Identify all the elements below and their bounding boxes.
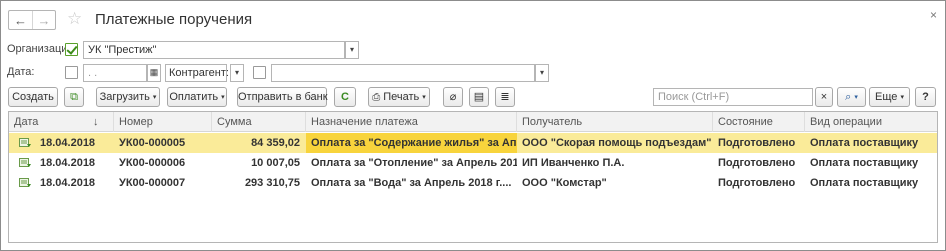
table-row[interactable]: 18.04.2018 УК00-000007 293 310,75 Оплата… [9, 173, 937, 193]
cell-operation: Оплата поставщику [810, 157, 919, 169]
cell-status: Подготовлено [718, 137, 796, 149]
organization-dropdown-button[interactable]: ▾ [345, 41, 359, 59]
arrow-right-icon: → [37, 12, 51, 28]
forward-button[interactable]: → [31, 11, 55, 29]
cell-operation: Оплата поставщику [810, 177, 919, 189]
title-bar: ← → ☆ Платежные поручения × [1, 1, 945, 37]
help-button[interactable]: ? [915, 87, 936, 107]
cell-date: 18.04.2018 [40, 137, 96, 149]
cell-amount: 10 007,05 [251, 157, 300, 169]
payment-orders-window: ← → ☆ Платежные поручения × Организация:… [0, 0, 946, 251]
column-header-operation[interactable]: Вид операции [805, 112, 937, 132]
report-button[interactable]: ▤ [469, 87, 489, 107]
chevron-down-icon: ▾ [422, 94, 426, 101]
cell-purpose: Оплата за "Содержание жилья" за Апрел... [306, 133, 517, 153]
create-button[interactable]: Создать [8, 87, 58, 107]
report-icon: ▤ [473, 91, 485, 103]
load-label: Загрузить [99, 91, 150, 103]
counterparty-mode-dropdown[interactable]: ▾ [230, 64, 244, 82]
chevron-down-icon: ▾ [234, 68, 239, 77]
chevron-down-icon: ▾ [349, 45, 354, 54]
counterparty-field[interactable] [271, 64, 535, 82]
chevron-down-icon: ▾ [152, 94, 157, 101]
cell-recipient: ИП Иванченко П.А. [522, 157, 625, 169]
cell-recipient: ООО "Комстар" [522, 177, 607, 189]
column-header-purpose[interactable]: Назначение платежа [306, 112, 517, 132]
cell-status: Подготовлено [718, 177, 796, 189]
cell-status: Подготовлено [718, 157, 796, 169]
table-header: Дата ↓ Номер Сумма Назначение платежа По… [9, 112, 937, 132]
counterparty-label: Контрагент: [165, 64, 229, 82]
close-icon: × [820, 91, 828, 103]
star-icon[interactable]: ☆ [67, 9, 82, 29]
printer-icon: ⎙ [372, 92, 381, 103]
search-button[interactable]: ⌕ ▾ [837, 87, 866, 107]
refresh-button[interactable]: C [334, 87, 356, 107]
cell-date: 18.04.2018 [40, 157, 96, 169]
cell-date: 18.04.2018 [40, 177, 96, 189]
cell-operation: Оплата поставщику [810, 137, 919, 149]
table-row[interactable]: 18.04.2018 УК00-000006 10 007,05 Оплата … [9, 153, 937, 173]
cell-purpose: Оплата за "Вода" за Апрель 2018 г.... [311, 177, 512, 189]
counterparty-filter-checkbox[interactable] [253, 66, 266, 79]
cell-purpose: Оплата за "Отопление" за Апрель 2018 г..… [311, 157, 517, 169]
column-header-recipient[interactable]: Получатель [517, 112, 713, 132]
print-button[interactable]: ⎙ Печать ▾ [368, 87, 430, 107]
column-header-date[interactable]: Дата ↓ [9, 112, 114, 132]
cell-amount: 293 310,75 [244, 177, 300, 189]
attachment-button[interactable]: ⌀ [443, 87, 463, 107]
document-posted-icon [19, 138, 31, 147]
organization-filter-checkbox[interactable] [65, 43, 78, 56]
paperclip-icon: ⌀ [449, 91, 457, 103]
document-posted-icon [19, 158, 31, 167]
clear-search-button[interactable]: × [815, 87, 833, 107]
more-label: Еще [875, 91, 898, 103]
close-icon[interactable]: × [930, 8, 937, 22]
column-label: Дата [14, 116, 39, 128]
counterparty-dropdown-button[interactable]: ▾ [535, 64, 549, 82]
chevron-down-icon: ▾ [221, 94, 225, 101]
arrow-left-icon: ← [13, 12, 27, 28]
date-label: Дата: [7, 66, 35, 78]
calendar-button[interactable]: ▦ [147, 64, 161, 82]
column-header-number[interactable]: Номер [114, 112, 212, 132]
date-filter-checkbox[interactable] [65, 66, 78, 79]
organization-field[interactable]: УК "Престиж" [83, 41, 345, 59]
cell-number: УК00-000007 [119, 177, 186, 189]
column-header-amount[interactable]: Сумма [212, 112, 306, 132]
pay-label: Оплатить [169, 91, 219, 103]
pay-button[interactable]: Оплатить ▾ [167, 87, 227, 107]
create-copy-button[interactable]: ⧉ [64, 87, 84, 107]
search-icon: ⌕ [845, 91, 852, 103]
journal-icon: ≣ [500, 91, 510, 103]
column-header-status[interactable]: Состояние [713, 112, 805, 132]
back-button[interactable]: ← [9, 11, 32, 29]
page-title: Платежные поручения [95, 11, 253, 28]
send-to-bank-button[interactable]: Отправить в банк [237, 87, 328, 107]
cell-number: УК00-000005 [119, 137, 186, 149]
navigation-buttons: ← → [8, 10, 56, 30]
cell-number: УК00-000006 [119, 157, 186, 169]
refresh-icon: C [341, 91, 349, 103]
payment-orders-table: Дата ↓ Номер Сумма Назначение платежа По… [8, 111, 938, 243]
chevron-down-icon: ▾ [854, 94, 858, 101]
search-input[interactable]: Поиск (Ctrl+F) [653, 88, 813, 106]
print-label: Печать [383, 91, 420, 103]
journal-button[interactable]: ≣ [495, 87, 515, 107]
date-field[interactable]: . . [83, 64, 147, 82]
sort-descending-icon: ↓ [93, 116, 99, 128]
cell-amount: 84 359,02 [251, 137, 300, 149]
chevron-down-icon: ▾ [900, 94, 904, 101]
copy-document-icon: ⧉ [70, 91, 78, 103]
document-posted-icon [19, 178, 31, 187]
more-button[interactable]: Еще ▾ [869, 87, 910, 107]
calendar-icon: ▦ [149, 67, 159, 77]
load-button[interactable]: Загрузить ▾ [96, 87, 160, 107]
chevron-down-icon: ▾ [539, 68, 544, 77]
table-row[interactable]: 18.04.2018 УК00-000005 84 359,02 Оплата … [9, 133, 937, 153]
cell-recipient: ООО "Скорая помощь подъездам" [522, 137, 712, 149]
